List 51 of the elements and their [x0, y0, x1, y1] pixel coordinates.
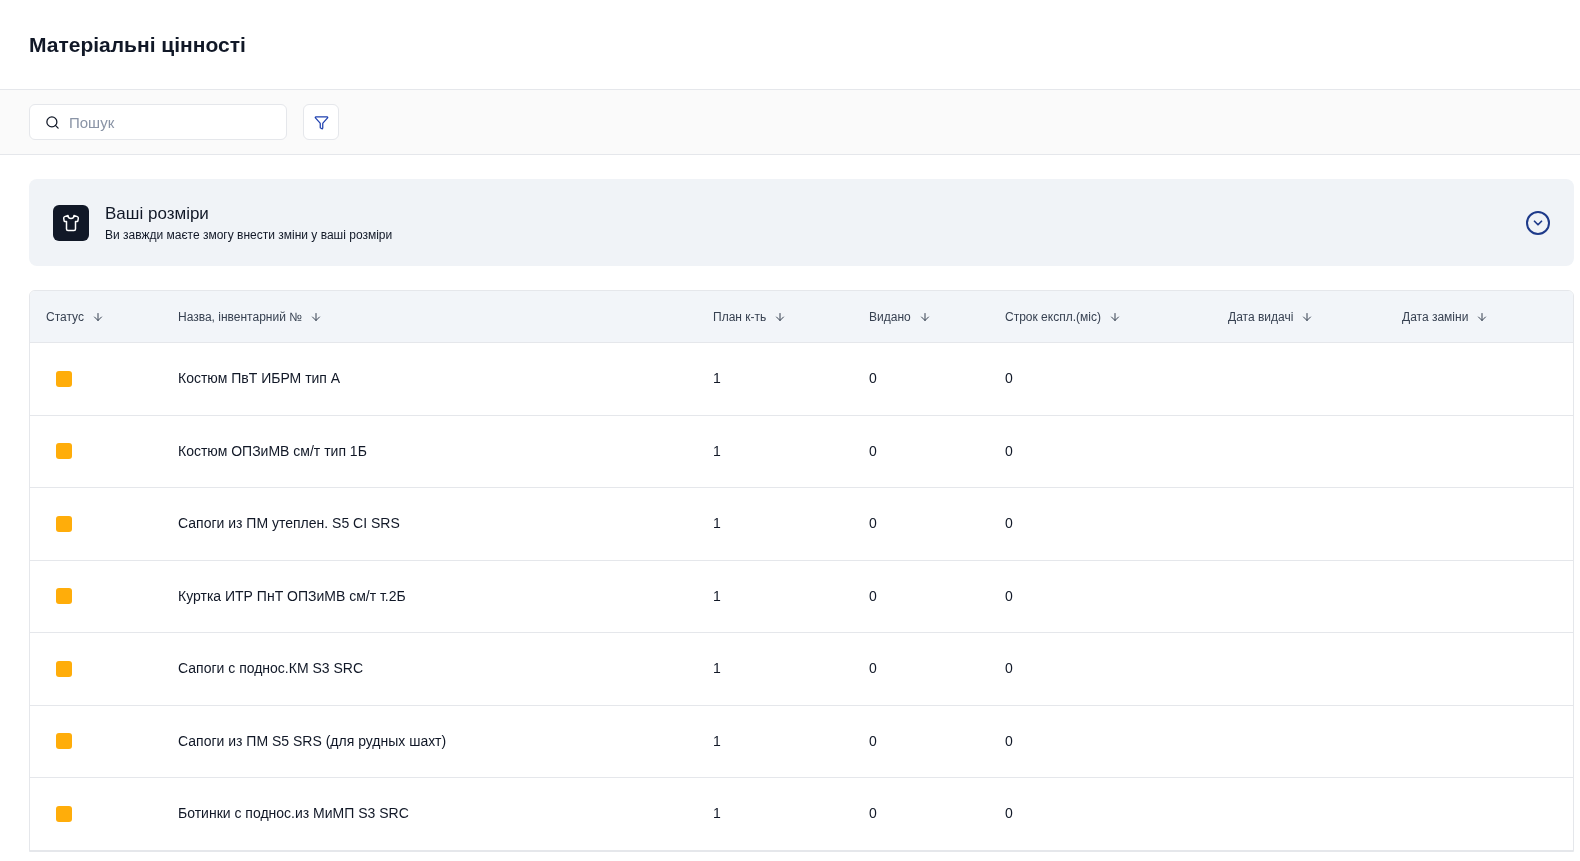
- sort-icon: [91, 310, 104, 323]
- table-cell-text: Куртка ИТР ПнТ ОПЗиМВ см/т т.2Б: [178, 586, 407, 606]
- table-cell-text: 0: [1005, 514, 1014, 534]
- column-header[interactable]: Назва, інвентарний №: [178, 307, 713, 326]
- table-cell-text: 1: [713, 586, 722, 606]
- table-cell-text: 1: [713, 659, 722, 679]
- table-cell-text: 0: [869, 804, 878, 824]
- table-cell-text: 1: [713, 804, 722, 824]
- table-cell-text: 0: [1005, 731, 1014, 751]
- sort-icon: [918, 310, 931, 323]
- table-cell-text: 1: [713, 514, 722, 534]
- column-header[interactable]: Статус: [46, 307, 178, 326]
- shirt-icon: [53, 204, 89, 241]
- card-title: Ваші розміри: [105, 202, 210, 225]
- table-cell-text: Ботинки с поднос.из МиМП S3 SRC: [178, 804, 410, 824]
- table-cell-text: 0: [1005, 441, 1014, 461]
- sort-icon: [774, 310, 787, 323]
- table-cell-text: Сапоги из ПМ утеплен. S5 CI SRS: [178, 514, 401, 534]
- table-cell-text: Костюм ПвТ ИБРМ тип А: [178, 369, 342, 389]
- filter-button[interactable]: [303, 104, 339, 140]
- column-header[interactable]: Строк експл.(міс): [1005, 307, 1228, 326]
- search-field[interactable]: Пошук: [29, 104, 287, 140]
- table-cell-text: 1: [713, 369, 722, 389]
- table-cell-text: 0: [869, 441, 878, 461]
- table-cell-text: 0: [869, 659, 878, 679]
- column-header[interactable]: План к-ть: [713, 307, 869, 326]
- sort-icon: [1476, 310, 1489, 323]
- page-title: Матеріальні цінності: [29, 31, 246, 58]
- table-cell-text: 0: [1005, 659, 1014, 679]
- table-cell-text: 0: [1005, 804, 1014, 824]
- sort-icon: [1108, 310, 1121, 323]
- table-cell-text: 0: [1005, 369, 1014, 389]
- table-cell-text: 1: [713, 441, 722, 461]
- search-icon: [45, 115, 60, 130]
- sort-icon: [1301, 310, 1314, 323]
- column-header[interactable]: Дата заміни: [1402, 307, 1573, 326]
- table-cell-text: 0: [869, 369, 878, 389]
- column-header[interactable]: Видано: [869, 307, 1005, 326]
- table-cell-text: 0: [869, 586, 878, 606]
- table-cell-text: 0: [869, 731, 878, 751]
- sort-icon: [310, 310, 323, 323]
- expand-button[interactable]: [1526, 210, 1550, 235]
- table-cell-text: 0: [869, 514, 878, 534]
- card-subtitle: Ви завжди маєте змогу внести зміни у ваші розміри: [105, 227, 394, 245]
- filter-icon: [313, 114, 329, 130]
- table-cell-text: Сапоги из ПМ S5 SRS (для рудных шахт): [178, 731, 448, 751]
- table-cell-text: Костюм ОПЗиМВ см/т тип 1Б: [178, 441, 368, 461]
- table-cell-text: 0: [1005, 586, 1014, 606]
- table-cell-text: 1: [713, 731, 722, 751]
- column-header[interactable]: Дата видачі: [1228, 307, 1402, 326]
- table-cell-text: Сапоги с поднос.КМ S3 SRC: [178, 659, 365, 679]
